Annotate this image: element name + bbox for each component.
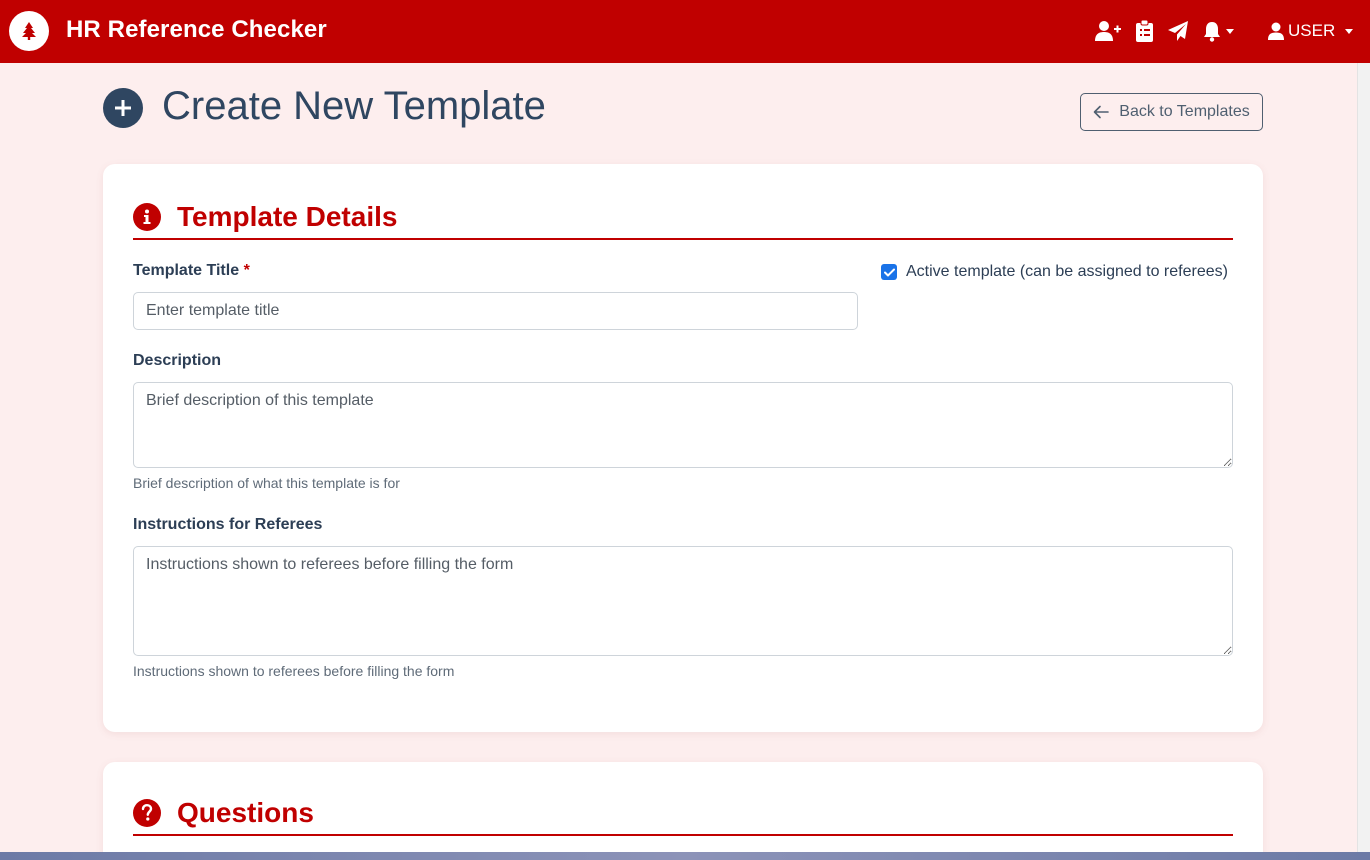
chevron-down-icon	[1345, 28, 1354, 34]
bell-icon[interactable]	[1202, 19, 1234, 43]
required-marker: *	[243, 262, 250, 279]
instructions-help-text: Instructions shown to referees before fi…	[133, 663, 455, 679]
page-scrollbar[interactable]	[1357, 63, 1370, 852]
brand-title[interactable]: HR Reference Checker	[66, 16, 327, 44]
chevron-down-icon	[1226, 28, 1234, 34]
question-circle-icon	[133, 799, 161, 827]
back-button-label: Back to Templates	[1119, 103, 1250, 120]
plus-circle-icon	[103, 88, 143, 128]
user-icon	[1268, 22, 1284, 40]
top-navbar: HR Reference Checker USER	[0, 0, 1370, 63]
template-title-label: Template Title *	[133, 262, 250, 280]
questions-card: Questions	[103, 762, 1263, 860]
active-template-label: Active template (can be assigned to refe…	[906, 263, 1228, 280]
tree-icon	[22, 22, 36, 40]
description-textarea[interactable]	[133, 382, 1233, 468]
description-label: Description	[133, 352, 222, 369]
check-icon	[883, 268, 895, 276]
arrow-left-icon	[1093, 105, 1110, 119]
page-title: Create New Template	[162, 84, 546, 128]
instructions-textarea[interactable]	[133, 546, 1233, 656]
bottom-strip	[0, 852, 1370, 860]
user-menu[interactable]: USER	[1268, 19, 1354, 43]
template-title-label-text: Template Title	[133, 262, 240, 279]
template-title-input[interactable]	[133, 292, 858, 330]
back-to-templates-button[interactable]: Back to Templates	[1080, 93, 1263, 131]
clipboard-icon[interactable]	[1136, 19, 1153, 43]
active-template-checkbox-row[interactable]: Active template (can be assigned to refe…	[881, 263, 1228, 281]
instructions-label: Instructions for Referees	[133, 516, 323, 533]
add-user-icon[interactable]	[1095, 19, 1121, 43]
brand-logo[interactable]	[9, 11, 49, 51]
active-template-checkbox[interactable]	[881, 264, 897, 280]
questions-header: Questions	[133, 792, 1233, 836]
paper-plane-icon[interactable]	[1167, 19, 1189, 43]
template-details-header: Template Details	[133, 195, 1233, 240]
template-details-title: Template Details	[177, 200, 398, 232]
questions-title: Questions	[177, 797, 314, 828]
description-help-text: Brief description of what this template …	[133, 475, 400, 491]
user-label: USER	[1288, 21, 1336, 40]
info-circle-icon	[133, 202, 161, 231]
template-details-card: Template Details Template Title * Active…	[103, 164, 1263, 732]
